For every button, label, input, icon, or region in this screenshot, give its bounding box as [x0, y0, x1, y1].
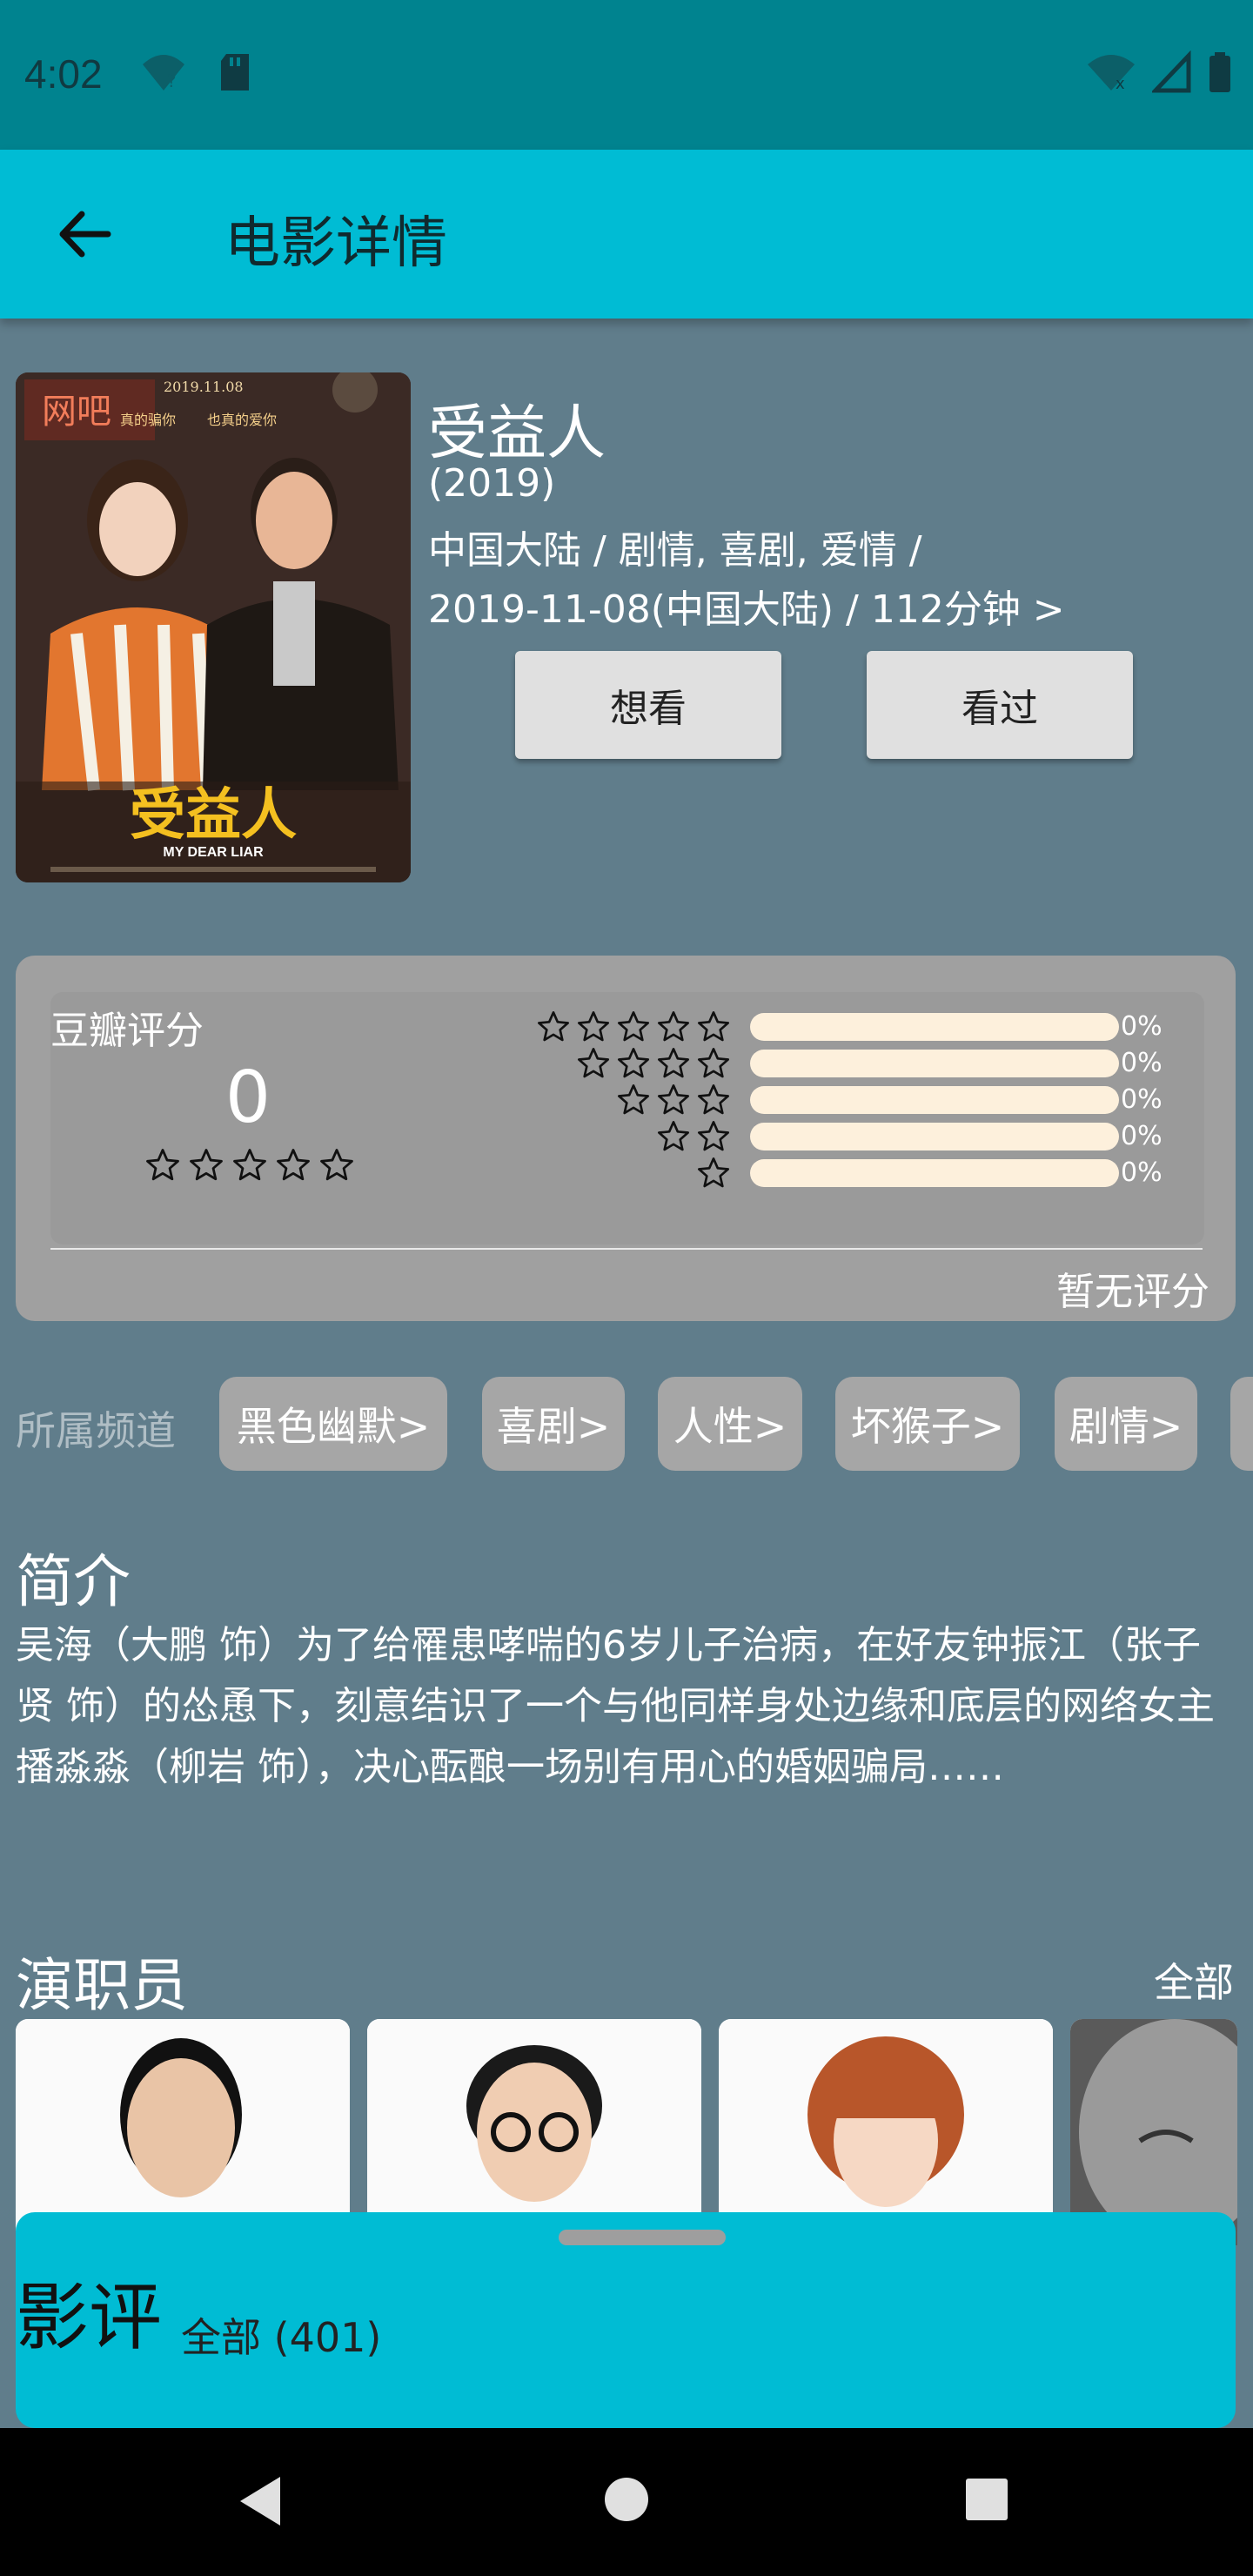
movie-year: (2019) — [428, 461, 556, 506]
star-outline-icon — [618, 1011, 649, 1042]
channel-chip[interactable]: 黑色幽默> — [219, 1377, 447, 1471]
rating-row-stars — [616, 1083, 731, 1117]
svg-text:x: x — [1116, 75, 1125, 93]
cast-photo — [367, 2019, 701, 2245]
star-outline-icon — [190, 1149, 223, 1181]
rating-row-stars — [656, 1119, 731, 1154]
rating-percent-label: 0% — [1121, 1121, 1163, 1151]
cast-photo — [1070, 2019, 1237, 2245]
nav-home-icon[interactable] — [602, 2475, 651, 2524]
channel-chip[interactable]: 人性> — [658, 1377, 802, 1471]
star-outline-icon — [698, 1157, 729, 1188]
poster-date-text: 2019.11.08 — [164, 379, 244, 395]
star-outline-icon — [658, 1121, 689, 1151]
star-outline-icon — [698, 1048, 729, 1078]
poster-slogan-left: 真的骗你 — [120, 412, 176, 428]
channel-chip[interactable]: 喜剧> — [482, 1377, 625, 1471]
rating-row-stars — [696, 1156, 731, 1191]
rating-bar-track — [750, 1086, 1119, 1114]
poster-slogan-right: 也真的爱你 — [207, 412, 277, 428]
cast-card[interactable] — [1070, 2019, 1237, 2245]
wifi-question-icon: ? — [143, 55, 184, 91]
star-outline-icon — [320, 1149, 353, 1181]
status-bar: 4:02 ? x — [0, 0, 1253, 150]
rating-bar-track — [750, 1123, 1119, 1150]
sheet-drag-handle[interactable] — [559, 2230, 726, 2245]
rating-percent-label: 0% — [1121, 1084, 1163, 1115]
cast-card[interactable] — [367, 2019, 701, 2245]
nav-back-icon[interactable] — [235, 2473, 287, 2529]
cast-card[interactable] — [16, 2019, 350, 2245]
star-outline-icon — [146, 1149, 179, 1181]
cast-all-link[interactable]: 全部 — [1154, 1951, 1234, 2009]
rating-percent-label: 0% — [1121, 1157, 1163, 1188]
star-outline-icon — [658, 1011, 689, 1042]
synopsis-title: 简介 — [16, 1548, 131, 1615]
system-nav-bar — [0, 2428, 1253, 2576]
movie-poster[interactable]: 网吧 2019.11.08 真的骗你 也真的爱你 受益人 MY DEAR LIA… — [16, 372, 411, 882]
star-outline-icon — [277, 1149, 310, 1181]
channel-chip[interactable]: 坏猴子> — [835, 1377, 1020, 1471]
star-outline-icon — [698, 1011, 729, 1042]
wifi-off-icon: x — [1088, 55, 1135, 93]
status-icons-right: x — [1086, 50, 1232, 94]
poster-sign-text: 网吧 — [42, 392, 111, 432]
star-outline-icon — [658, 1048, 689, 1078]
star-outline-icon — [618, 1084, 649, 1115]
reviews-sheet[interactable]: 影评 全部 (401) — [16, 2212, 1236, 2428]
synopsis-text[interactable]: 吴海（大鹏 饰）为了给罹患哮喘的6岁儿子治病，在好友钟振江（张子贤 饰）的怂恿下… — [16, 1615, 1237, 1798]
star-outline-icon — [578, 1048, 609, 1078]
rating-label: 豆瓣评分 — [50, 1009, 204, 1053]
svg-text:?: ? — [167, 70, 177, 91]
rating-percent-label: 0% — [1121, 1011, 1163, 1042]
rating-score: 0 — [224, 1057, 271, 1139]
page-title: 电影详情 — [224, 211, 447, 276]
poster-english-title: MY DEAR LIAR — [163, 845, 264, 860]
movie-title: 受益人 — [428, 399, 606, 468]
reviews-all-link[interactable]: 全部 (401) — [181, 2306, 381, 2364]
rating-row-stars — [576, 1046, 731, 1081]
rating-bar-track — [750, 1013, 1119, 1041]
battery-icon — [1209, 52, 1230, 92]
poster-title-text: 受益人 — [130, 783, 297, 848]
nav-recents-icon[interactable] — [964, 2477, 1009, 2522]
status-icons-left: ? — [139, 50, 252, 94]
signal-icon — [1152, 50, 1191, 93]
want-to-watch-button[interactable]: 想看 — [515, 651, 781, 759]
no-rating-text: 暂无评分 — [1056, 1270, 1209, 1314]
star-outline-icon — [578, 1011, 609, 1042]
star-outline-icon — [698, 1084, 729, 1115]
rating-bar-track — [750, 1050, 1119, 1077]
rating-row-stars — [536, 1010, 731, 1044]
status-time: 4:02 — [24, 51, 103, 97]
cast-photo — [16, 2019, 350, 2245]
rating-percent-label: 0% — [1121, 1048, 1163, 1078]
sd-card-icon — [221, 54, 249, 91]
rating-divider — [50, 1248, 1203, 1250]
channel-label: 所属频道 — [16, 1407, 176, 1454]
star-outline-icon — [538, 1011, 569, 1042]
cast-title: 演职员 — [16, 1952, 188, 2019]
poster-artwork: 网吧 2019.11.08 真的骗你 也真的爱你 受益人 MY DEAR LIA… — [16, 372, 411, 882]
movie-meta-genres: 中国大陆 / 剧情, 喜剧, 爱情 / — [428, 528, 922, 573]
movie-meta-release[interactable]: 2019-11-08(中国大陆) / 112分钟 > — [428, 578, 1065, 634]
app-bar: 电影详情 — [0, 150, 1253, 319]
star-outline-icon — [233, 1149, 266, 1181]
rating-stars — [144, 1147, 355, 1184]
star-outline-icon — [658, 1084, 689, 1115]
channel-chip[interactable]: 剧情> — [1055, 1377, 1197, 1471]
star-outline-icon — [698, 1121, 729, 1151]
star-outline-icon — [618, 1048, 649, 1078]
cast-card[interactable] — [719, 2019, 1053, 2245]
back-arrow-icon[interactable] — [47, 195, 125, 273]
watched-button[interactable]: 看过 — [867, 651, 1133, 759]
cast-photo — [719, 2019, 1053, 2245]
channel-chip-partial[interactable] — [1230, 1377, 1253, 1471]
reviews-title: 影评 — [16, 2275, 163, 2360]
rating-bar-track — [750, 1159, 1119, 1187]
